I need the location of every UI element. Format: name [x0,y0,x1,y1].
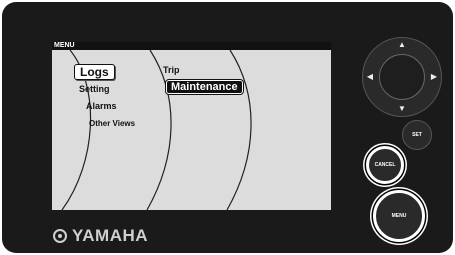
dpad-center[interactable] [379,54,425,100]
cancel-button[interactable]: CANCEL [366,146,404,184]
menu-button[interactable]: MENU [373,190,425,242]
menu-item-other-views[interactable]: Other Views [89,119,135,128]
set-button[interactable]: SET [402,120,432,150]
arrow-left-icon[interactable]: ◀ [365,73,375,81]
display-screen: MENU Logs Setting Alarms Other Views Tri… [52,42,331,210]
brand-name: YAMAHA [72,226,149,245]
menu-item-setting[interactable]: Setting [79,84,110,94]
directional-pad[interactable]: ▲ ▼ ◀ ▶ [362,37,442,117]
menu-item-alarms[interactable]: Alarms [86,101,117,111]
yamaha-logo: YAMAHA [53,226,148,246]
arrow-right-icon[interactable]: ▶ [429,73,439,81]
menu-item-trip[interactable]: Trip [163,65,180,75]
arrow-down-icon[interactable]: ▼ [397,105,407,113]
arrow-up-icon[interactable]: ▲ [397,41,407,49]
yamaha-tuning-fork-icon [53,229,67,243]
arc-divider-right [226,49,252,210]
menu-item-maintenance[interactable]: Maintenance [166,80,243,94]
menu-item-logs[interactable]: Logs [74,64,115,80]
gauge-device: MENU Logs Setting Alarms Other Views Tri… [0,0,455,255]
